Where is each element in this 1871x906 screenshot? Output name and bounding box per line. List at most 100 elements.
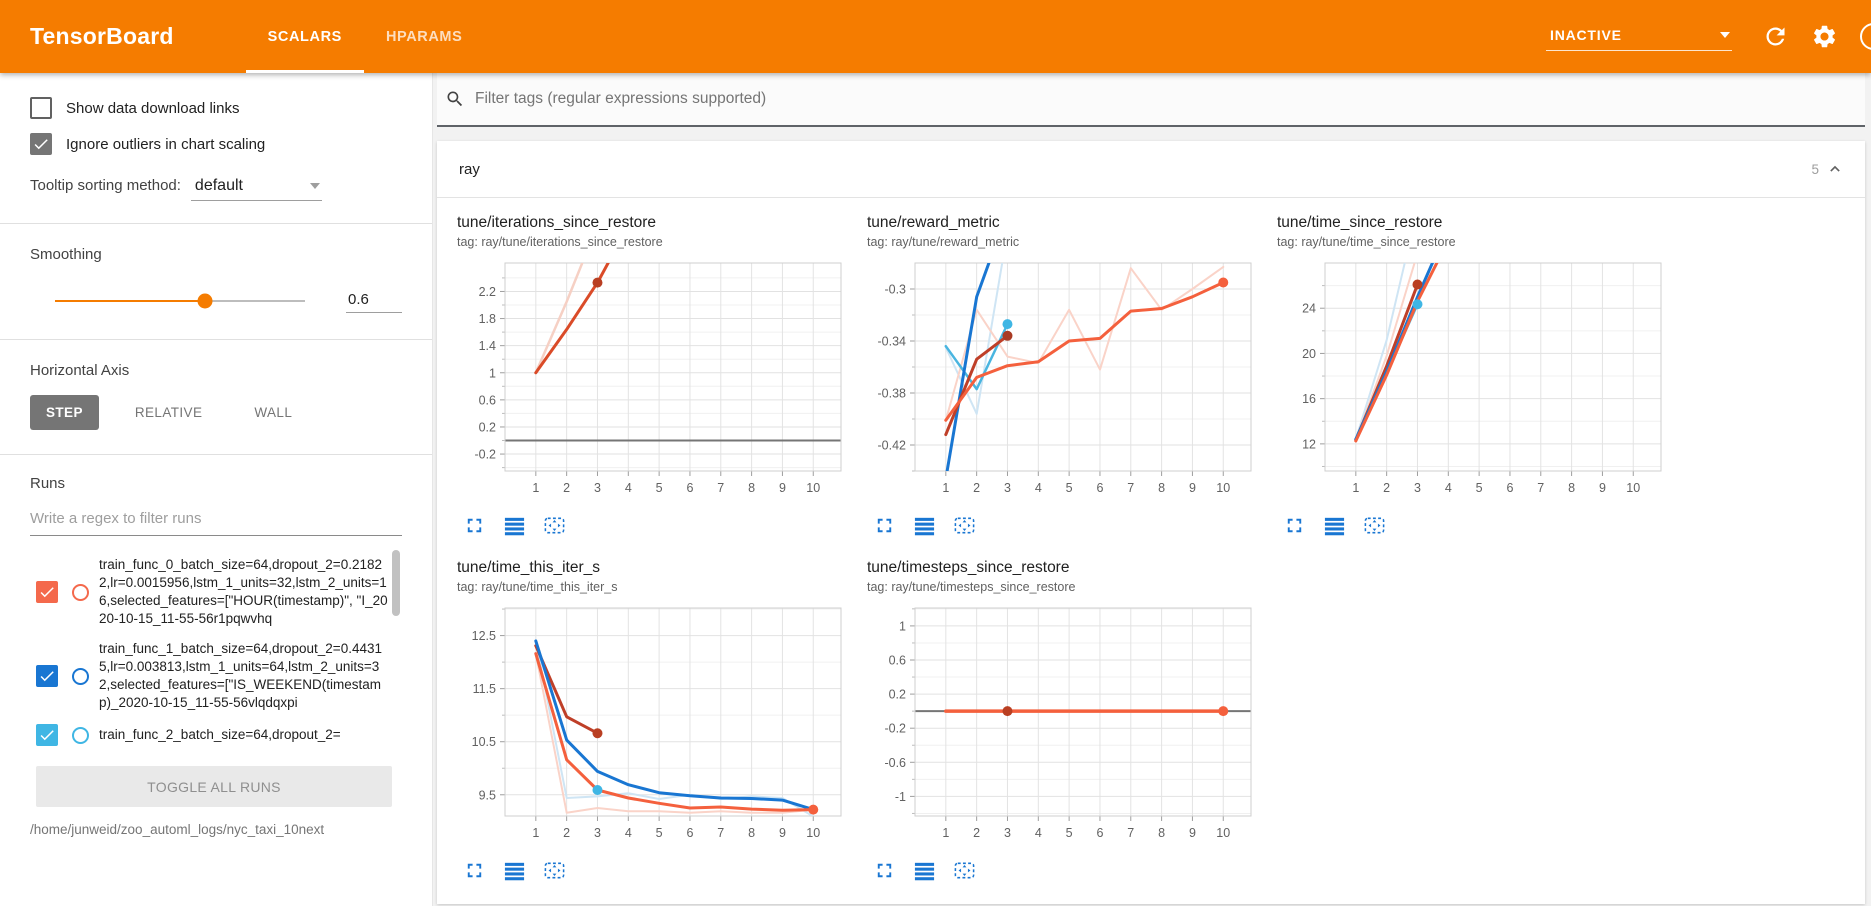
refresh-icon[interactable] <box>1762 23 1789 50</box>
scrollbar-thumb[interactable] <box>392 550 400 616</box>
svg-text:10: 10 <box>1626 481 1640 495</box>
tooltip-sorting-row: Tooltip sorting method: default <box>30 175 402 223</box>
svg-text:9: 9 <box>1189 481 1196 495</box>
axis-option-relative[interactable]: RELATIVE <box>119 395 218 430</box>
svg-text:0.2: 0.2 <box>889 688 906 702</box>
svg-text:5: 5 <box>1476 481 1483 495</box>
svg-text:7: 7 <box>1537 481 1544 495</box>
svg-text:16: 16 <box>1302 392 1316 406</box>
slider-thumb[interactable] <box>198 294 213 309</box>
tag-filter-input[interactable] <box>473 89 1861 109</box>
runs-filter-input[interactable] <box>30 506 402 536</box>
svg-text:10: 10 <box>806 826 820 840</box>
chevron-up-icon[interactable] <box>1825 159 1845 179</box>
axis-option-wall[interactable]: WALL <box>238 395 308 430</box>
svg-text:4: 4 <box>625 826 632 840</box>
svg-text:1: 1 <box>489 366 496 380</box>
svg-text:1: 1 <box>942 481 949 495</box>
runs-list-icon[interactable] <box>503 859 526 882</box>
tag-group-name: ray <box>459 161 480 178</box>
svg-text:9: 9 <box>1599 481 1606 495</box>
tooltip-sorting-select[interactable]: default <box>191 175 322 201</box>
svg-text:5: 5 <box>656 481 663 495</box>
svg-text:7: 7 <box>1127 481 1134 495</box>
run-color-circle[interactable] <box>72 668 89 685</box>
fullscreen-icon[interactable] <box>463 514 486 537</box>
run-name: train_func_0_batch_size=64,dropout_2=0.2… <box>99 556 388 628</box>
run-checkbox[interactable] <box>36 724 58 746</box>
header-actions: INACTIVE <box>1546 0 1871 73</box>
chart-actions <box>873 514 1275 537</box>
chart-tag: tag: ray/tune/timesteps_since_restore <box>867 580 1275 594</box>
app-header: TensorBoard SCALARSHPARAMS INACTIVE <box>0 0 1871 73</box>
tag-filter-bar <box>437 73 1865 127</box>
svg-text:1: 1 <box>899 619 906 633</box>
svg-text:0.6: 0.6 <box>889 654 906 668</box>
help-icon[interactable] <box>1860 23 1871 50</box>
svg-text:-0.3: -0.3 <box>884 283 906 297</box>
svg-text:6: 6 <box>686 481 693 495</box>
chevron-down-icon <box>1720 32 1730 38</box>
chart-actions <box>463 514 865 537</box>
svg-text:8: 8 <box>748 826 755 840</box>
tag-group-header[interactable]: ray 5 <box>437 141 1865 198</box>
chart-tag: tag: ray/tune/iterations_since_restore <box>457 235 865 249</box>
chart-actions <box>1283 514 1685 537</box>
svg-text:8: 8 <box>1158 826 1165 840</box>
chart-card: tune/reward_metrictag: ray/tune/reward_m… <box>865 214 1275 537</box>
line-chart[interactable]: 9.510.511.512.512345678910 <box>455 602 855 846</box>
fullscreen-icon[interactable] <box>873 514 896 537</box>
svg-text:-0.2: -0.2 <box>884 722 906 736</box>
svg-text:10: 10 <box>1216 826 1230 840</box>
smoothing-slider[interactable] <box>55 300 305 303</box>
tab-hparams[interactable]: HPARAMS <box>364 0 484 73</box>
fit-domain-icon[interactable] <box>953 514 976 537</box>
svg-text:2.2: 2.2 <box>479 285 496 299</box>
runs-list-icon[interactable] <box>913 514 936 537</box>
fullscreen-icon[interactable] <box>873 859 896 882</box>
chart-actions <box>463 859 865 882</box>
run-checkbox[interactable] <box>36 581 58 603</box>
svg-text:6: 6 <box>1506 481 1513 495</box>
axis-option-step[interactable]: STEP <box>30 395 99 430</box>
chart-tag: tag: ray/tune/reward_metric <box>867 235 1275 249</box>
fullscreen-icon[interactable] <box>463 859 486 882</box>
fit-domain-icon[interactable] <box>1363 514 1386 537</box>
chart-title: tune/timesteps_since_restore <box>867 559 1275 577</box>
smoothing-value-input[interactable] <box>346 289 402 313</box>
svg-text:-0.34: -0.34 <box>878 335 907 349</box>
fit-domain-icon[interactable] <box>953 859 976 882</box>
svg-text:8: 8 <box>1158 481 1165 495</box>
fullscreen-icon[interactable] <box>1283 514 1306 537</box>
runs-list-icon[interactable] <box>503 514 526 537</box>
tab-scalars[interactable]: SCALARS <box>246 0 364 73</box>
svg-text:1.8: 1.8 <box>479 312 496 326</box>
tag-group-card: ray 5 tune/iterations_since_restoretag: … <box>437 141 1865 904</box>
line-chart[interactable]: 1216202412345678910 <box>1275 257 1675 501</box>
toggle-all-runs-button[interactable]: TOGGLE ALL RUNS <box>36 766 392 807</box>
runs-section: Runs train_func_0_batch_size=64,dropout_… <box>0 455 432 839</box>
run-color-circle[interactable] <box>72 584 89 601</box>
fit-domain-icon[interactable] <box>543 514 566 537</box>
line-chart[interactable]: -0.20.20.611.41.82.212345678910 <box>455 257 855 501</box>
svg-text:0.2: 0.2 <box>479 420 496 434</box>
gear-icon[interactable] <box>1811 23 1838 50</box>
line-chart[interactable]: -1-0.6-0.20.20.6112345678910 <box>865 602 1265 846</box>
run-checkbox[interactable] <box>36 665 58 687</box>
status-dropdown[interactable]: INACTIVE <box>1546 23 1732 51</box>
chevron-down-icon <box>310 183 320 189</box>
charts-grid: tune/iterations_since_restoretag: ray/tu… <box>437 198 1865 904</box>
checkbox[interactable] <box>30 97 52 119</box>
checkbox[interactable] <box>30 133 52 155</box>
smoothing-slider-row <box>30 289 402 339</box>
fit-domain-icon[interactable] <box>543 859 566 882</box>
line-chart[interactable]: -0.42-0.38-0.34-0.312345678910 <box>865 257 1265 501</box>
chart-plot: 9.510.511.512.512345678910 <box>455 602 865 882</box>
chart-title: tune/time_since_restore <box>1277 214 1685 232</box>
runs-list-icon[interactable] <box>913 859 936 882</box>
runs-list-icon[interactable] <box>1323 514 1346 537</box>
svg-text:1: 1 <box>942 826 949 840</box>
checkbox-row: Ignore outliers in chart scaling <box>30 133 402 155</box>
run-color-circle[interactable] <box>72 727 89 744</box>
chart-tag: tag: ray/tune/time_since_restore <box>1277 235 1685 249</box>
